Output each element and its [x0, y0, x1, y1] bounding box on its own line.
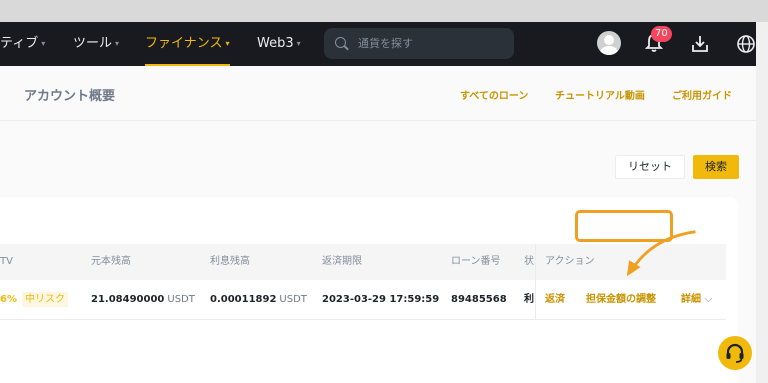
col-ltv: TV [0, 256, 13, 267]
avatar-icon[interactable] [597, 31, 621, 55]
col-due: 返済期限 [322, 256, 362, 267]
status-value: 利 [524, 294, 534, 305]
browser-chrome [0, 0, 768, 22]
col-interest: 利息残高 [210, 256, 250, 267]
headset-icon[interactable] [718, 336, 752, 370]
principal-value: 21.08490000 USDT [91, 294, 195, 305]
details-button[interactable]: 詳細 ⌵ [681, 280, 712, 320]
arrow-icon [626, 230, 696, 277]
globe-icon[interactable] [736, 34, 756, 54]
interest-value: 0.00011892 USDT [210, 294, 307, 305]
risk-tag: 中リスク [22, 280, 68, 320]
reset-button[interactable]: リセット [615, 155, 685, 179]
search-placeholder: 通貨を探す [358, 37, 413, 50]
col-principal: 元本残高 [91, 256, 131, 267]
adjust-collateral-button[interactable]: 担保金額の調整 [586, 280, 656, 320]
page-title: アカウント概要 [24, 89, 116, 104]
notification-badge: 70 [651, 26, 672, 42]
search-input[interactable]: 通貨を探す [324, 28, 514, 59]
due-date-value: 2023-03-29 17:59:59 [322, 294, 440, 305]
link-tutorial-video[interactable]: チュートリアル動画 [555, 87, 645, 102]
link-all-loans[interactable]: すべてのローン [460, 87, 528, 102]
repay-button[interactable]: 返済 [545, 280, 565, 320]
col-loan-id: ローン番号 [451, 256, 501, 267]
nav-item-web3[interactable]: Web3 ▾ [257, 22, 301, 66]
sub-header: アカウント概要 すべてのローン チュートリアル動画 ご利用ガイド [0, 66, 756, 121]
nav-item-derivatives[interactable]: ティブ ▾ [0, 22, 45, 66]
link-user-guide[interactable]: ご利用ガイド [672, 87, 732, 102]
top-nav: ティブ ▾ ツール ▾ ファイナンス ▾ Web3 ▾ 通貨を探す 70 [0, 22, 756, 66]
download-icon[interactable] [690, 34, 710, 54]
ltv-value: 6% [0, 294, 17, 305]
nav-item-finance[interactable]: ファイナンス ▾ [145, 22, 230, 66]
search-button[interactable]: 検索 [693, 155, 739, 179]
loan-id-value: 89485568 [451, 294, 507, 305]
search-icon [335, 37, 346, 48]
col-status: 状 [524, 256, 534, 267]
scrollbar[interactable] [756, 22, 768, 383]
nav-item-tools[interactable]: ツール ▾ [73, 22, 119, 66]
